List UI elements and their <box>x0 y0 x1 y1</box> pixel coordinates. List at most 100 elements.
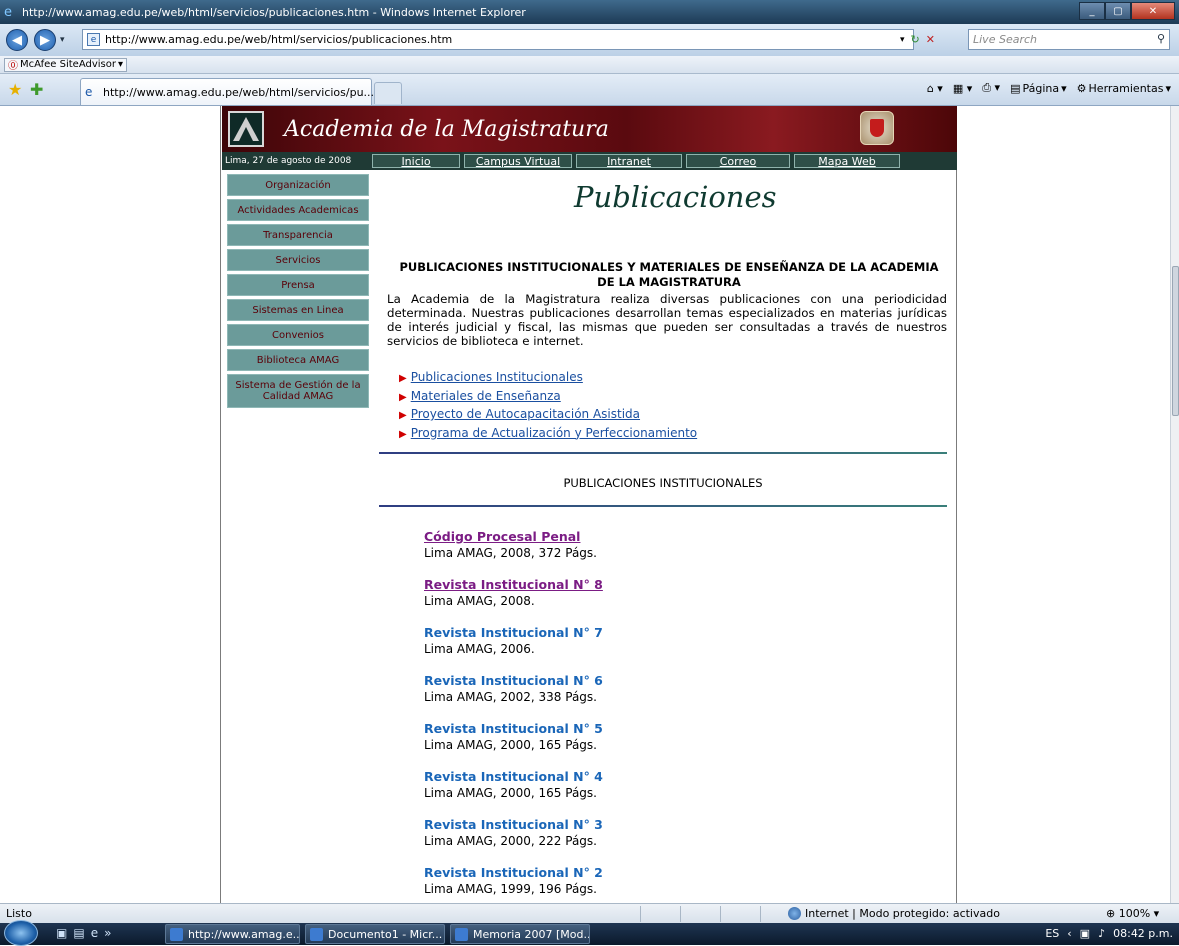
close-button[interactable]: ✕ <box>1131 2 1175 20</box>
print-icon[interactable]: ⎙ ▾ <box>982 81 1000 95</box>
tab-bar: ★ ✚ e http://www.amag.edu.pe/web/html/se… <box>0 74 1179 106</box>
feeds-icon[interactable]: ▦ ▾ <box>953 82 972 95</box>
link-programa-actualizacion[interactable]: Programa de Actualización y Perfeccionam… <box>411 426 697 440</box>
publication-meta: Lima AMAG, 2008, 372 Págs. <box>424 546 597 560</box>
back-button[interactable]: ◀ <box>6 29 28 51</box>
taskbar-item-ie[interactable]: http://www.amag.e... <box>165 924 300 944</box>
list-item: ▶ Publicaciones Institucionales <box>399 369 697 388</box>
divider <box>379 505 947 507</box>
forward-button[interactable]: ▶ <box>34 29 56 51</box>
nav-campus-virtual[interactable]: Campus Virtual <box>464 154 572 168</box>
list-item: Revista Institucional N° 2 Lima AMAG, 199… <box>424 865 603 903</box>
nav-correo[interactable]: Correo <box>686 154 790 168</box>
nav-intranet[interactable]: Intranet <box>576 154 682 168</box>
list-item: ▶ Programa de Actualización y Perfecciona… <box>399 425 697 444</box>
word-icon <box>310 928 323 941</box>
scrollbar-thumb[interactable] <box>1172 266 1179 416</box>
sidebar-item-sistemas-en-linea[interactable]: Sistemas en Linea <box>227 299 369 321</box>
history-dropdown-icon[interactable]: ▾ <box>60 35 65 45</box>
address-dropdown-icon[interactable]: ▾ <box>900 35 905 45</box>
volume-icon[interactable]: ♪ <box>1098 927 1105 940</box>
chevron-left-icon[interactable]: ‹ <box>1067 927 1071 940</box>
page-menu[interactable]: ▤ Página ▾ <box>1010 82 1067 95</box>
zoom-control[interactable]: ⊕ 100% ▾ <box>1106 907 1159 920</box>
link-proyecto-autocapacitacion[interactable]: Proyecto de Autocapacitación Asistida <box>411 407 640 421</box>
security-zone[interactable]: Internet | Modo protegido: activado <box>788 907 1000 920</box>
chevron-down-icon: ▾ <box>117 59 123 70</box>
browser-tab[interactable]: e http://www.amag.edu.pe/web/html/servic… <box>80 78 374 105</box>
publication-title[interactable]: Revista Institucional N° 2 <box>424 865 603 880</box>
add-favorites-icon[interactable]: ✚ <box>30 80 43 99</box>
maximize-button[interactable]: ▢ <box>1105 2 1131 20</box>
show-desktop-icon[interactable]: ▣ <box>56 926 67 940</box>
start-button[interactable] <box>4 920 38 946</box>
publication-title[interactable]: Revista Institucional N° 5 <box>424 721 603 736</box>
ie-icon: e <box>4 5 12 20</box>
sidebar-item-actividades-academicas[interactable]: Actividades Academicas <box>227 199 369 221</box>
amag-logo[interactable] <box>228 111 264 147</box>
address-toolbar: ◀ ▶ ▾ e http://www.amag.edu.pe/web/html/… <box>0 24 1179 56</box>
publication-meta: Lima AMAG, 1999, 196 Págs. <box>424 882 597 896</box>
arrow-right-icon: ▶ <box>399 373 407 384</box>
quick-launch: ▣ ▤ e » <box>56 926 111 940</box>
publication-category-links: ▶ Publicaciones Institucionales ▶ Material… <box>399 369 697 443</box>
address-input[interactable]: e http://www.amag.edu.pe/web/html/servic… <box>82 29 914 50</box>
minimize-button[interactable]: _ <box>1079 2 1105 20</box>
refresh-icon[interactable]: ↻ <box>911 33 920 46</box>
list-item: Revista Institucional N° 4 Lima AMAG, 200… <box>424 769 603 817</box>
search-icon[interactable]: ⚲ <box>1157 32 1165 45</box>
favorites-star-icon[interactable]: ★ <box>8 80 22 99</box>
arrow-right-icon: ▶ <box>399 410 407 421</box>
divider <box>760 906 761 922</box>
mcafee-siteadvisor-button[interactable]: ⓪ McAfee SiteAdvisor ▾ <box>4 57 127 72</box>
list-item: Revista Institucional N° 6 Lima AMAG, 200… <box>424 673 603 721</box>
sidebar-menu: Organización Actividades Academicas Tran… <box>227 174 369 411</box>
stop-icon[interactable]: ✕ <box>926 33 935 46</box>
link-publicaciones-institucionales[interactable]: Publicaciones Institucionales <box>411 370 583 384</box>
taskbar-item-word-documento1[interactable]: Documento1 - Micr... <box>305 924 445 944</box>
list-item: Revista Institucional N° 5 Lima AMAG, 200… <box>424 721 603 769</box>
search-input[interactable]: Live Search ⚲ <box>968 29 1170 50</box>
link-materiales-ensenanza[interactable]: Materiales de Enseñanza <box>411 389 561 403</box>
site-name: Academia de la Magistratura <box>284 117 609 142</box>
arrow-right-icon: ▶ <box>399 391 407 403</box>
publication-title[interactable]: Código Procesal Penal <box>424 529 603 544</box>
site-nav: Lima, 27 de agosto de 2008 Inicio Campus… <box>222 152 957 170</box>
publication-meta: Lima AMAG, 2002, 338 Págs. <box>424 690 597 704</box>
window-titlebar: e http://www.amag.edu.pe/web/html/servic… <box>0 0 1179 24</box>
switch-windows-icon[interactable]: ▤ <box>73 926 84 940</box>
sidebar-item-servicios[interactable]: Servicios <box>227 249 369 271</box>
list-item: ▶ Proyecto de Autocapacitación Asistida <box>399 406 697 425</box>
new-tab-button[interactable] <box>374 82 402 104</box>
publication-title[interactable]: Revista Institucional N° 7 <box>424 625 603 640</box>
list-item: Código Procesal Penal Lima AMAG, 2008, 37… <box>424 529 603 577</box>
ie-icon <box>170 928 183 941</box>
publication-title[interactable]: Revista Institucional N° 6 <box>424 673 603 688</box>
sidebar-item-sistema-gestion-calidad[interactable]: Sistema de Gestión de la Calidad AMAG <box>227 374 369 408</box>
vertical-scrollbar[interactable] <box>1170 106 1179 903</box>
tools-menu[interactable]: ⚙ Herramientas ▾ <box>1077 82 1171 95</box>
more-icon[interactable]: » <box>104 926 111 940</box>
search-placeholder: Live Search <box>973 33 1037 46</box>
sidebar-item-biblioteca-amag[interactable]: Biblioteca AMAG <box>227 349 369 371</box>
ie-quicklaunch-icon[interactable]: e <box>91 926 98 940</box>
publication-title[interactable]: Revista Institucional N° 3 <box>424 817 603 832</box>
taskbar-item-word-memoria[interactable]: Memoria 2007 [Mod... <box>450 924 590 944</box>
sidebar-item-convenios[interactable]: Convenios <box>227 324 369 346</box>
taskbar: ▣ ▤ e » http://www.amag.e... Documento1 … <box>0 920 1179 946</box>
home-icon[interactable]: ⌂ ▾ <box>927 82 943 95</box>
mcafee-icon: ⓪ <box>8 61 18 72</box>
sidebar-item-transparencia[interactable]: Transparencia <box>227 224 369 246</box>
sidebar-item-prensa[interactable]: Prensa <box>227 274 369 296</box>
nav-inicio[interactable]: Inicio <box>372 154 460 168</box>
language-indicator[interactable]: ES <box>1045 927 1059 940</box>
network-icon[interactable]: ▣ <box>1080 927 1090 940</box>
status-bar: Listo Internet | Modo protegido: activad… <box>0 903 1179 923</box>
publication-title[interactable]: Revista Institucional N° 4 <box>424 769 603 784</box>
publication-title[interactable]: Revista Institucional N° 8 <box>424 577 603 592</box>
chevron-down-icon: ▾ <box>1153 907 1160 920</box>
page-viewport: Academia de la Magistratura Lima, 27 de … <box>0 106 1170 903</box>
sidebar-item-organizacion[interactable]: Organización <box>227 174 369 196</box>
clock[interactable]: 08:42 p.m. <box>1113 927 1173 940</box>
nav-mapa-web[interactable]: Mapa Web <box>794 154 900 168</box>
